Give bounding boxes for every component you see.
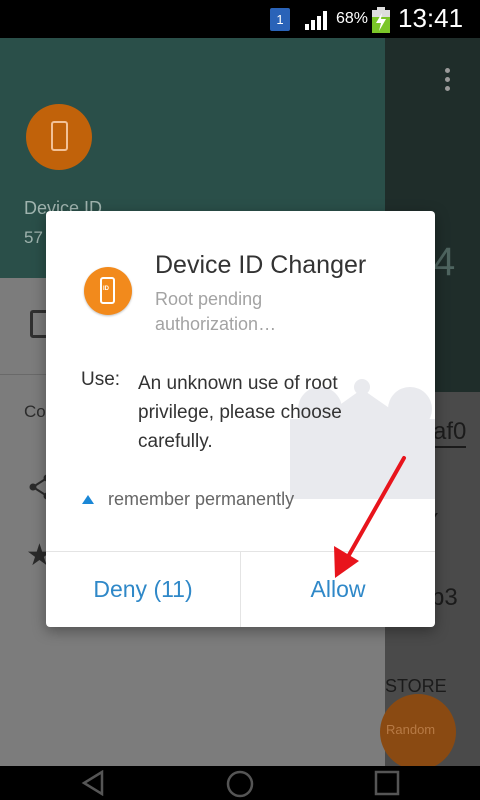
- remember-permanently-toggle[interactable]: remember permanently: [82, 489, 294, 510]
- home-icon[interactable]: [226, 770, 254, 798]
- signal-icon: [305, 11, 327, 30]
- drawer-app-icon: [26, 104, 92, 170]
- dialog-status-text: Root pending authorization…: [155, 289, 277, 334]
- use-label: Use:: [81, 369, 121, 390]
- status-bar: 1 68% 13:41: [0, 0, 480, 38]
- battery-percent: 68%: [336, 10, 369, 27]
- fab-label: Random: [386, 722, 436, 737]
- back-icon[interactable]: [80, 770, 106, 796]
- remember-label: remember permanently: [108, 489, 295, 509]
- recent-apps-icon[interactable]: [374, 770, 400, 796]
- overflow-menu-icon[interactable]: [443, 68, 451, 94]
- clock: 13:41: [398, 3, 464, 33]
- navigation-bar: [0, 766, 480, 800]
- allow-button[interactable]: Allow: [241, 552, 435, 627]
- use-description: An unknown use of root privilege, please…: [138, 373, 342, 452]
- app-icon: ID: [84, 267, 132, 315]
- drawer-section-label: Co: [24, 402, 46, 421]
- dialog-app-name: Device ID Changer: [155, 251, 367, 279]
- partial-label-b: b3: [431, 584, 458, 611]
- root-permission-dialog: ID Device ID Changer Root pending author…: [46, 211, 435, 627]
- big-digit-text: 4: [433, 240, 456, 284]
- device-id-value: af0: [433, 418, 467, 448]
- drawer-subtitle: 57: [24, 228, 43, 247]
- expand-arrow-icon: [82, 495, 94, 504]
- deny-button[interactable]: Deny (11): [46, 552, 240, 627]
- battery-charging-icon: [372, 7, 390, 33]
- random-fab-button[interactable]: Random: [380, 694, 456, 766]
- notification-badge-icon: 1: [270, 8, 290, 31]
